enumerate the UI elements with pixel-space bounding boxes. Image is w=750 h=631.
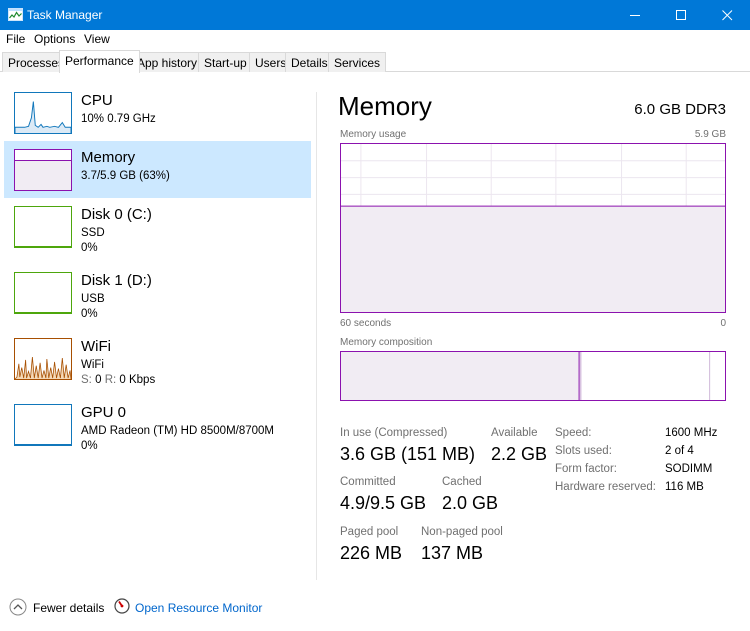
task-manager-icon xyxy=(8,8,23,21)
page-title: Memory xyxy=(338,91,432,121)
hardware-reserved-value: 116 MB xyxy=(665,481,704,493)
paged-pool-label: Paged pool xyxy=(340,526,399,538)
speed-value: 1600 MHz xyxy=(665,427,718,439)
usage-graph-label: Memory usage xyxy=(340,129,407,140)
resource-name: Memory xyxy=(81,149,136,166)
in-use-value: 3.6 GB (151 MB) xyxy=(340,444,476,464)
non-paged-pool-value: 137 MB xyxy=(421,543,484,563)
resource-name: WiFi xyxy=(81,338,111,355)
speed-label: Speed: xyxy=(555,427,592,439)
disk1-thumbnail xyxy=(14,272,72,314)
disk0-thumbnail xyxy=(14,206,72,248)
resource-monitor-icon[interactable] xyxy=(114,598,130,614)
fewer-details-button[interactable]: Fewer details xyxy=(33,601,104,615)
time-axis-zero: 0 xyxy=(720,318,726,329)
tab-performance[interactable]: Performance xyxy=(59,50,140,73)
menu-view[interactable]: View xyxy=(84,32,110,46)
close-icon xyxy=(721,9,732,20)
committed-label: Committed xyxy=(340,476,396,488)
footer: Fewer details Open Resource Monitor xyxy=(0,590,750,631)
resource-detail: WiFi xyxy=(81,359,104,371)
committed-value: 4.9/9.5 GB xyxy=(340,493,427,513)
pane-divider xyxy=(316,92,317,580)
slots-used-label: Slots used: xyxy=(555,445,612,457)
resource-name: GPU 0 xyxy=(81,404,127,421)
receive-value: 0 Kbps xyxy=(119,374,156,386)
minimize-icon xyxy=(629,14,640,16)
resource-detail: 10% 0.79 GHz xyxy=(81,113,156,125)
menu-file[interactable]: File xyxy=(6,32,25,46)
form-factor-label: Form factor: xyxy=(555,463,617,475)
menu-bar: File Options View xyxy=(0,30,750,50)
cpu-thumbnail xyxy=(14,92,72,134)
paged-pool-value: 226 MB xyxy=(340,543,403,563)
resource-item-disk1[interactable]: Disk 1 (D:) USB 0% xyxy=(4,264,311,321)
in-use-label: In use (Compressed) xyxy=(340,427,448,439)
gpu-thumbnail xyxy=(14,404,72,446)
cached-value: 2.0 GB xyxy=(442,493,499,513)
resource-detail: AMD Radeon (TM) HD 8500M/8700M xyxy=(81,425,275,437)
resource-detail: 3.7/5.9 GB (63%) xyxy=(81,170,170,182)
resource-usage: 0% xyxy=(81,308,98,320)
resource-list: CPU 10% 0.79 GHz Memory 3.7/5.9 GB (63%)… xyxy=(0,73,316,583)
resource-throughput: S: 0 R: 0 Kbps xyxy=(81,374,155,386)
maximize-icon xyxy=(675,9,686,20)
usage-graph-max: 5.9 GB xyxy=(694,129,726,140)
minimize-button[interactable] xyxy=(612,0,658,30)
form-factor-value: SODIMM xyxy=(665,463,713,475)
resource-name: Disk 0 (C:) xyxy=(81,206,152,223)
memory-spec: 6.0 GB DDR3 xyxy=(634,101,726,118)
send-value: 0 xyxy=(95,374,102,386)
open-resource-monitor-link[interactable]: Open Resource Monitor xyxy=(135,601,262,615)
memory-thumbnail xyxy=(14,149,72,191)
available-value: 2.2 GB xyxy=(491,444,548,464)
send-label: S: xyxy=(81,374,92,386)
composition-label: Memory composition xyxy=(340,337,433,348)
receive-label: R: xyxy=(104,374,117,386)
memory-usage-graph xyxy=(340,143,726,313)
close-button[interactable] xyxy=(704,0,750,30)
slots-used-value: 2 of 4 xyxy=(665,445,694,457)
menu-options[interactable]: Options xyxy=(34,32,75,46)
wifi-thumbnail xyxy=(14,338,72,380)
resource-item-wifi[interactable]: WiFi WiFi S: 0 R: 0 Kbps xyxy=(4,330,311,387)
memory-composition-bar xyxy=(340,351,726,401)
resource-detail: USB xyxy=(81,293,105,305)
usage-area xyxy=(341,206,725,312)
resource-item-gpu0[interactable]: GPU 0 AMD Radeon (TM) HD 8500M/8700M 0% xyxy=(4,396,311,453)
maximize-button[interactable] xyxy=(658,0,704,30)
resource-item-disk0[interactable]: Disk 0 (C:) SSD 0% xyxy=(4,198,311,255)
tab-app-history[interactable]: App history xyxy=(131,52,204,72)
title-bar: Task Manager xyxy=(0,0,750,30)
cached-label: Cached xyxy=(442,476,482,488)
tab-services[interactable]: Services xyxy=(328,52,387,72)
window-title: Task Manager xyxy=(27,8,103,22)
resource-name: CPU xyxy=(81,92,113,109)
tab-start-up[interactable]: Start-up xyxy=(198,52,253,72)
resource-usage: 0% xyxy=(81,440,98,452)
composition-modified xyxy=(579,352,582,400)
time-axis-label: 60 seconds xyxy=(340,318,392,329)
resource-item-memory[interactable]: Memory 3.7/5.9 GB (63%) xyxy=(4,141,311,198)
tab-strip: Processes Performance App history Start-… xyxy=(0,50,750,73)
resource-detail: SSD xyxy=(81,227,105,239)
hardware-reserved-label: Hardware reserved: xyxy=(555,481,656,493)
resource-name: Disk 1 (D:) xyxy=(81,272,152,289)
tab-details[interactable]: Details xyxy=(285,52,334,72)
resource-usage: 0% xyxy=(81,242,98,254)
composition-in-use xyxy=(341,352,580,400)
non-paged-pool-label: Non-paged pool xyxy=(421,526,503,538)
available-label: Available xyxy=(491,427,538,439)
collapse-chevron-icon[interactable] xyxy=(9,598,27,616)
resource-item-cpu[interactable]: CPU 10% 0.79 GHz xyxy=(4,84,311,141)
